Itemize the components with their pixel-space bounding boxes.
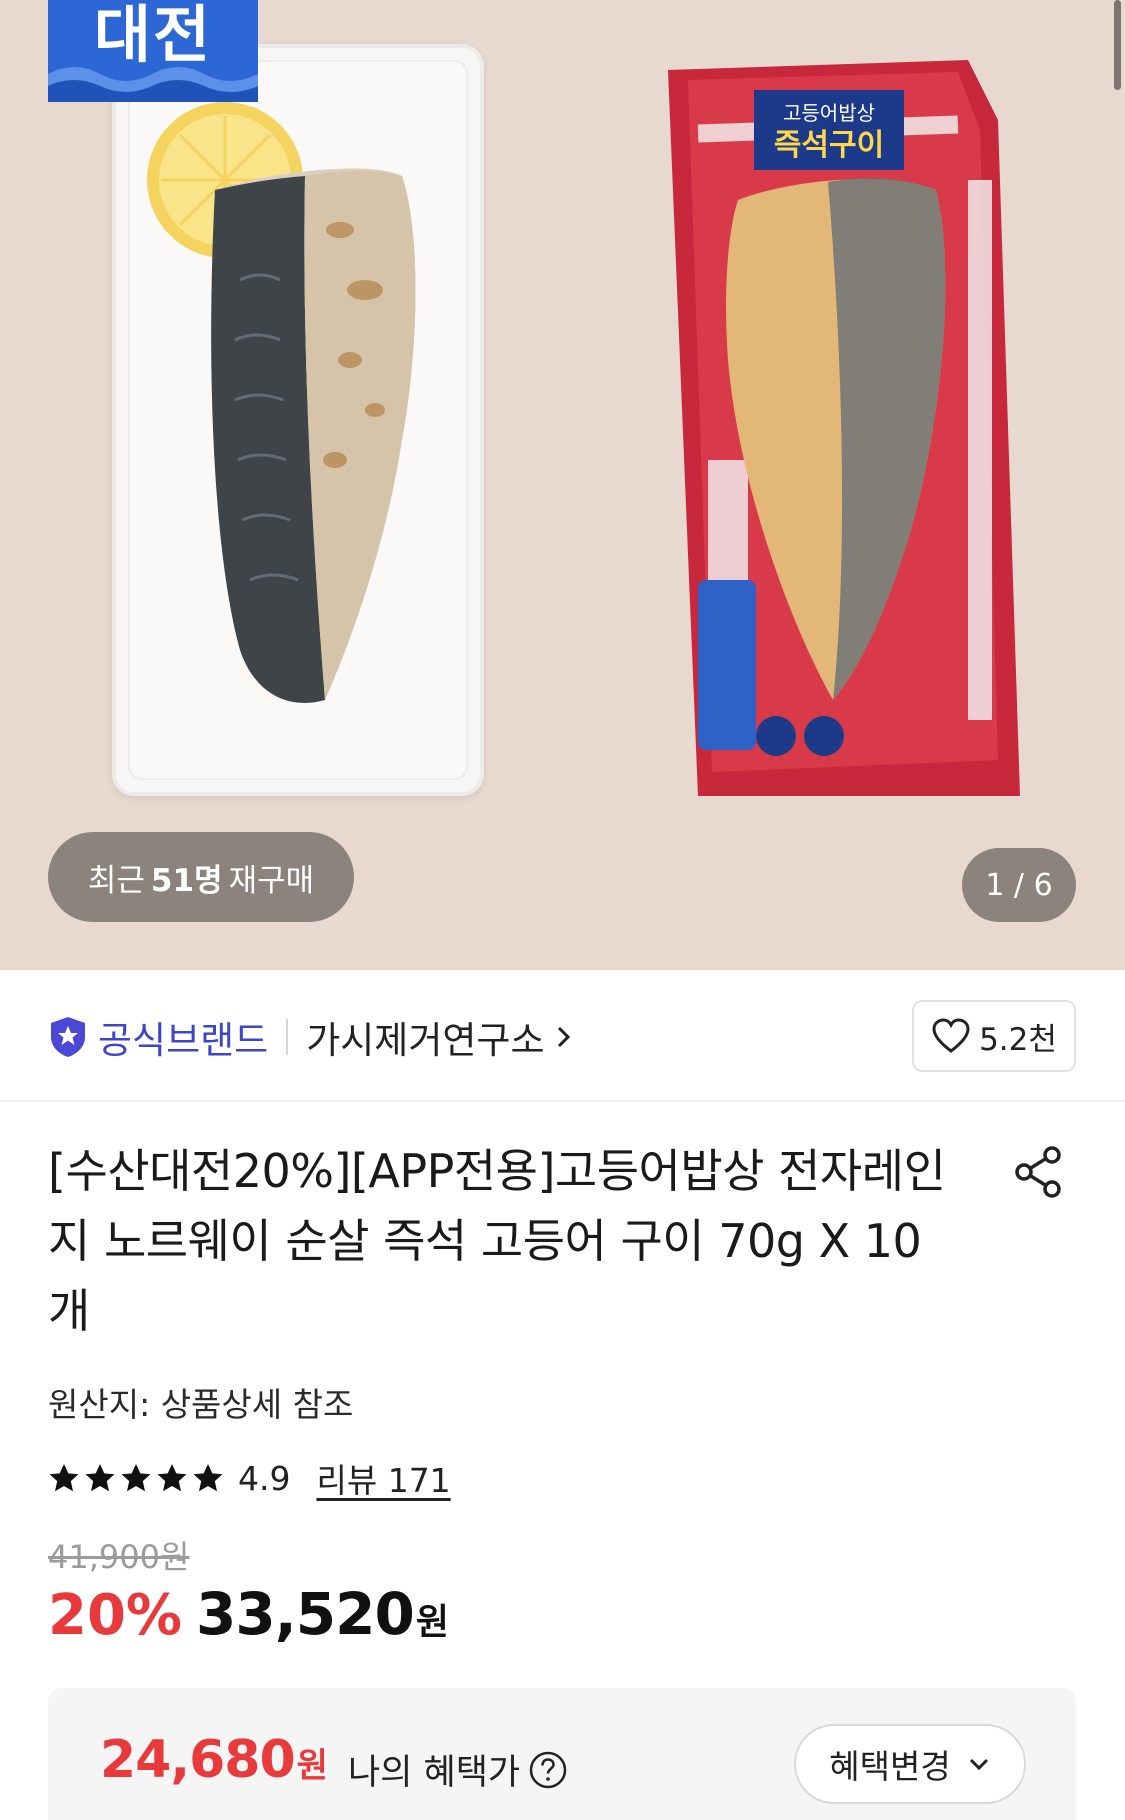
svg-text:고등어밥상: 고등어밥상 <box>783 101 875 125</box>
star-rating <box>48 1462 228 1494</box>
discount-rate: 20% <box>48 1583 183 1648</box>
benefit-change-button[interactable]: 혜택변경 <box>794 1724 1026 1804</box>
event-badge: 대전 <box>48 0 258 102</box>
brand-link[interactable]: 공식브랜드 가시제거연구소 <box>48 1014 574 1062</box>
repurchase-prefix: 최근 <box>87 862 145 899</box>
star-icon <box>157 1464 187 1492</box>
rating-row: 4.9 리뷰 171 <box>48 1454 451 1502</box>
shield-star-icon <box>51 1017 85 1057</box>
svg-text:즉석구이: 즉석구이 <box>774 128 884 163</box>
star-icon <box>49 1464 79 1492</box>
rating-value: 4.9 <box>238 1458 291 1498</box>
benefit-label-group: 나의 혜택가 <box>348 1744 568 1795</box>
benefit-change-label: 혜택변경 <box>829 1747 951 1786</box>
product-image-carousel[interactable]: 고등어밥상 즉석구이 대전 최근 51명 재구매 1 / 6 <box>0 0 1125 970</box>
benefit-price: 24,680 원 <box>100 1730 328 1790</box>
benefit-amount: 24,680 <box>100 1730 296 1790</box>
origin-info: 원산지: 상품상세 참조 <box>48 1385 354 1424</box>
heart-icon <box>932 1018 970 1053</box>
image-counter: 1 / 6 <box>962 848 1076 922</box>
repurchase-count: 51명 <box>150 862 223 899</box>
star-icon <box>193 1464 223 1492</box>
sale-price-unit: 원 <box>415 1602 449 1643</box>
chevron-down-icon <box>969 1758 988 1771</box>
grilled-mackerel-illustration <box>147 102 416 703</box>
star-icon <box>121 1464 151 1492</box>
mackerel-package: 고등어밥상 즉석구이 <box>668 60 1020 796</box>
benefit-label: 나의 혜택가 <box>348 1753 521 1793</box>
price-row: 20% 33,520 원 <box>48 1580 449 1648</box>
like-count: 5.2천 <box>979 1021 1057 1058</box>
benefit-unit: 원 <box>296 1746 328 1786</box>
chevron-right-icon <box>558 1026 571 1048</box>
scrollbar[interactable] <box>1114 0 1121 90</box>
benefit-box: 24,680 원 나의 혜택가 혜택변경 <box>48 1688 1076 1820</box>
help-icon[interactable] <box>528 1750 568 1790</box>
brand-name: 가시제거연구소 <box>306 1019 545 1062</box>
star-icon <box>85 1464 115 1492</box>
product-title: [수산대전20%][APP전용]고등어밥상 전자레인지 노르웨이 순살 즉석 고… <box>48 1144 946 1338</box>
repurchase-suffix: 재구매 <box>228 862 315 899</box>
divider <box>286 1019 289 1055</box>
original-price: 41,900원 <box>48 1538 190 1576</box>
repurchase-badge: 최근 51명 재구매 <box>48 832 354 922</box>
brand-row: 공식브랜드 가시제거연구소 5.2천 <box>0 970 1125 1102</box>
official-brand-label: 공식브랜드 <box>98 1019 269 1062</box>
share-icon[interactable] <box>1012 1144 1066 1200</box>
like-button[interactable]: 5.2천 <box>912 1000 1076 1072</box>
sale-price: 33,520 <box>196 1580 415 1648</box>
wave-icon <box>48 67 258 102</box>
review-link[interactable]: 리뷰 171 <box>316 1454 450 1502</box>
